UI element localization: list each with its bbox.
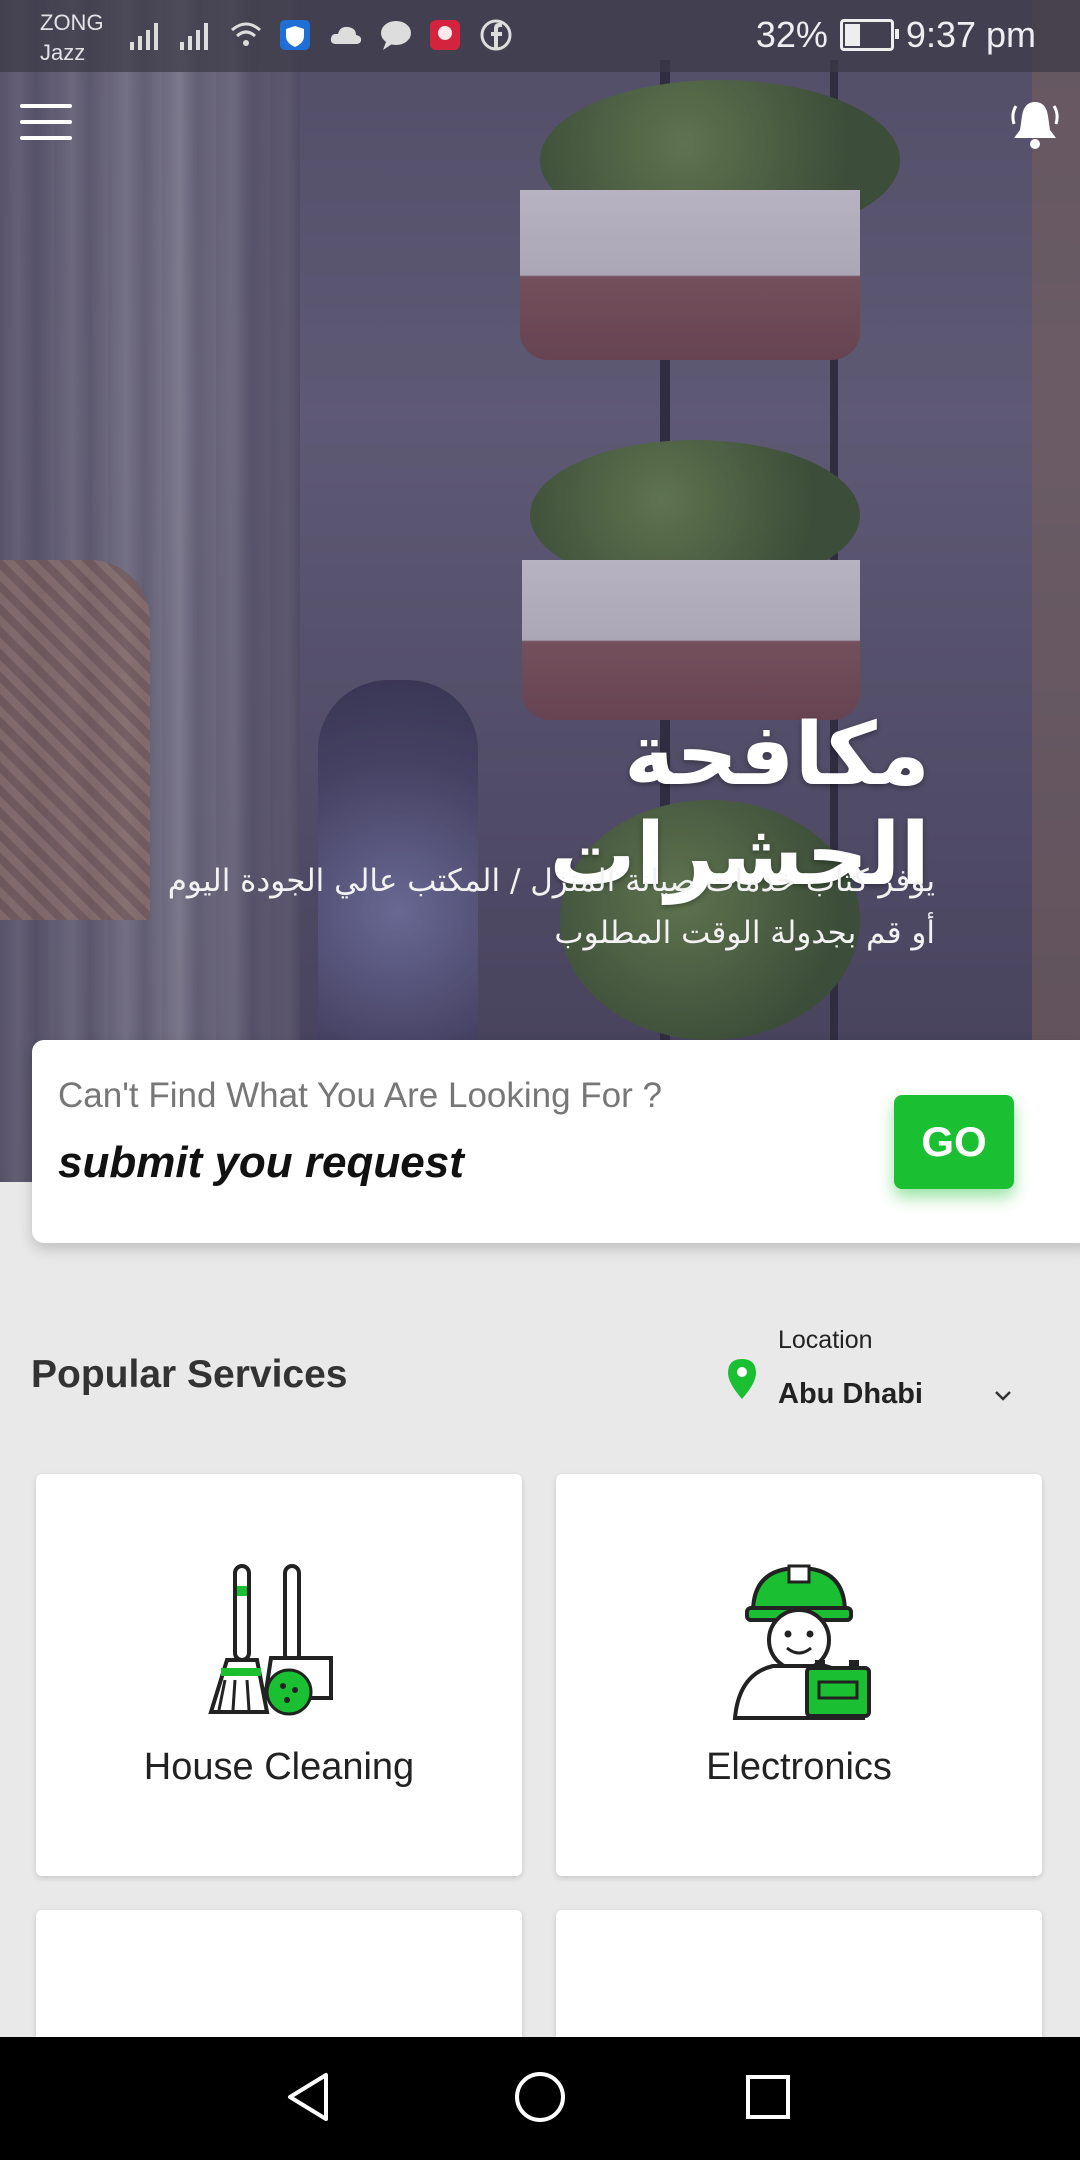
service-card-house-cleaning[interactable]: House Cleaning xyxy=(36,1474,522,1876)
service-card-electronics[interactable]: Electronics xyxy=(556,1474,1042,1876)
chevron-down-icon[interactable] xyxy=(992,1384,1014,1406)
system-nav-bar xyxy=(0,2037,1080,2160)
location-pin-icon xyxy=(728,1359,756,1399)
cloud-icon xyxy=(330,26,362,44)
hero-subtitle-line: يوفر كتاب خدمات صيانة المنزل / المكتب عا… xyxy=(167,863,935,899)
signal-icon xyxy=(180,23,208,50)
wifi-icon xyxy=(231,22,261,46)
back-icon[interactable] xyxy=(280,2067,340,2127)
hero-subtitle-line: أو قم بجدولة الوقت المطلوب xyxy=(554,915,935,951)
request-card: Can't Find What You Are Looking For ? su… xyxy=(32,1040,1080,1243)
hero-subtitle: يوفر كتاب خدمات صيانة المنزل / المكتب عا… xyxy=(80,855,935,959)
hero-banner: مكافحة الحشرات يوفر كتاب خدمات صيانة الم… xyxy=(0,0,1080,1182)
service-name: Electronics xyxy=(706,1746,892,1788)
location-label: Location xyxy=(778,1326,873,1354)
technician-icon xyxy=(732,1564,871,1720)
battery-icon xyxy=(839,19,899,51)
status-bar: ZONG Jazz 32% 9:37 pm xyxy=(0,0,1080,72)
request-cta-text: submit you request xyxy=(58,1138,464,1187)
bell-icon[interactable] xyxy=(1010,98,1060,152)
battery-percent: 32% xyxy=(755,14,828,55)
chat-icon xyxy=(381,21,411,50)
service-card[interactable] xyxy=(36,1910,522,2150)
shield-icon xyxy=(280,20,310,50)
carrier-label: ZONG Jazz xyxy=(40,10,104,65)
service-name: House Cleaning xyxy=(143,1746,415,1788)
facebook-icon xyxy=(480,19,512,51)
request-question: Can't Find What You Are Looking For ? xyxy=(58,1076,662,1115)
clock: 9:37 pm xyxy=(905,14,1036,55)
broom-dustpan-icon xyxy=(208,1564,333,1716)
section-title: Popular Services xyxy=(31,1353,348,1396)
go-button[interactable]: GO xyxy=(894,1095,1014,1189)
huawei-icon xyxy=(430,20,460,50)
signal-icon xyxy=(130,23,158,50)
hamburger-menu-icon[interactable] xyxy=(20,104,72,142)
location-select[interactable]: Abu Dhabi xyxy=(778,1378,923,1411)
recents-icon[interactable] xyxy=(738,2067,798,2127)
home-icon[interactable] xyxy=(510,2067,570,2127)
service-card[interactable] xyxy=(556,1910,1042,2129)
